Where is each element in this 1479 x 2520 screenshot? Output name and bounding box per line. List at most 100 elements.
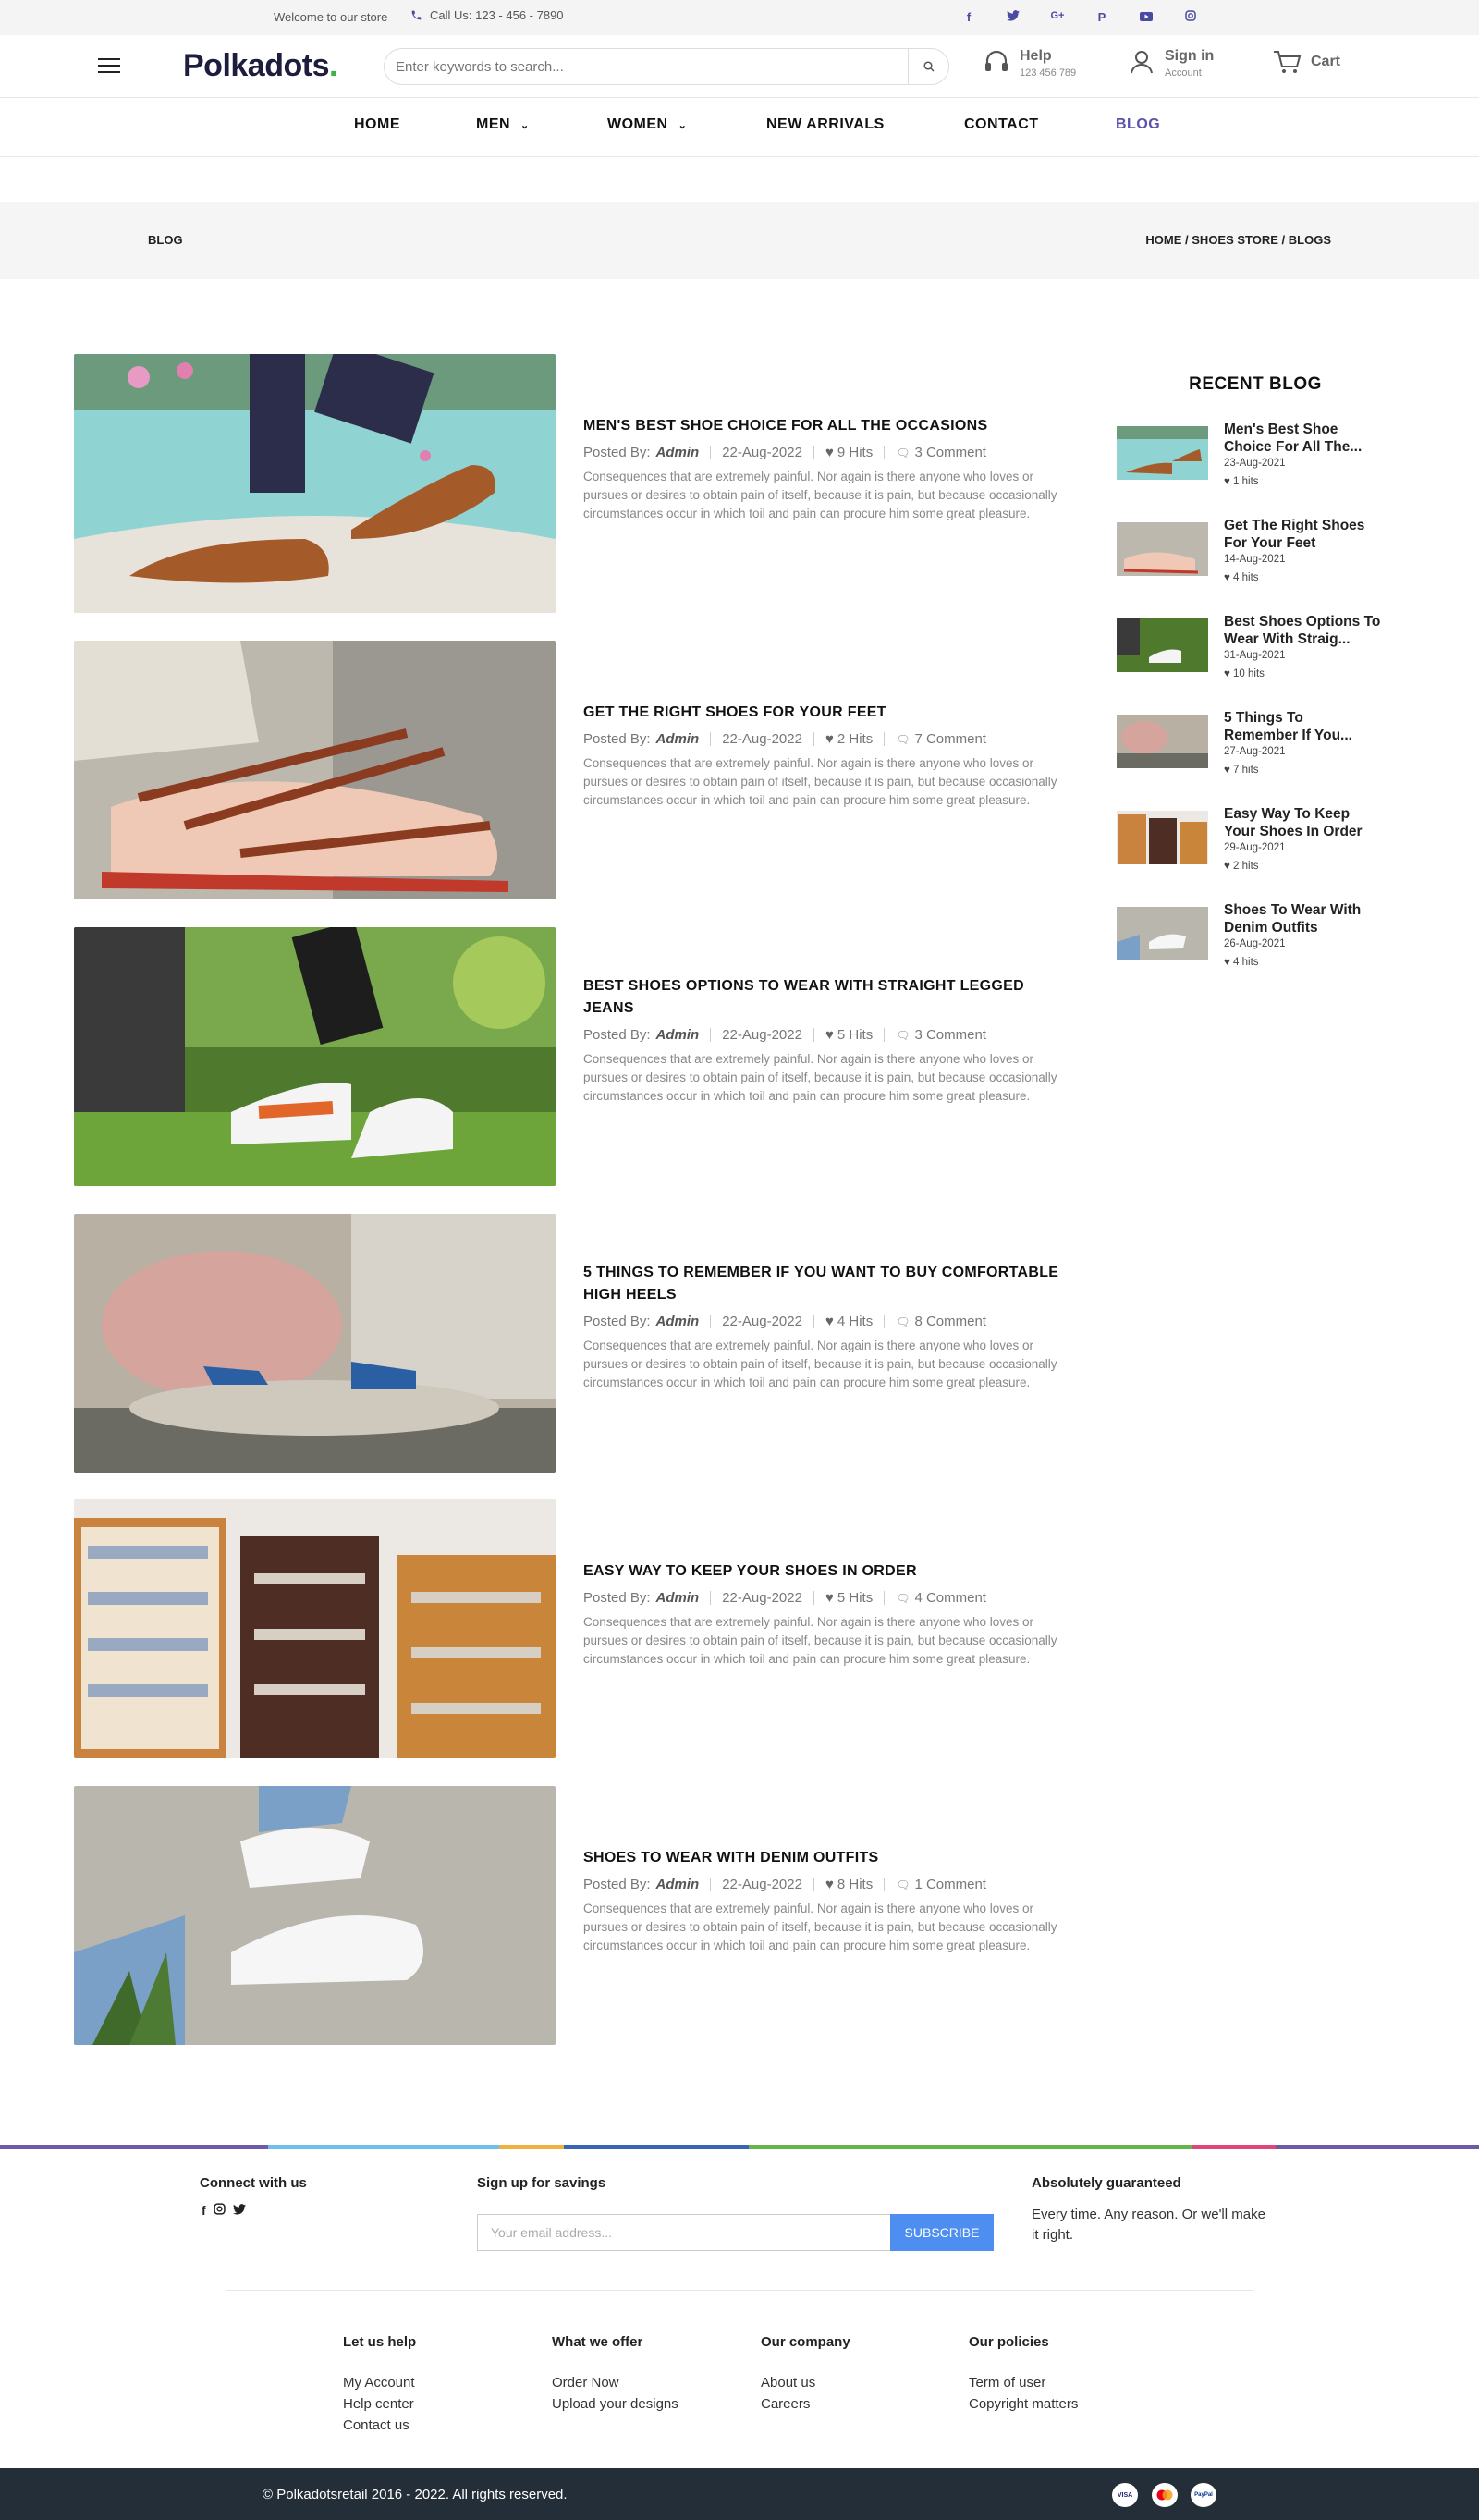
heart-icon: ♥: [1224, 765, 1230, 776]
nav-home[interactable]: HOME: [354, 116, 400, 133]
footer-link[interactable]: Term of user: [969, 2372, 1078, 2393]
nav-blog[interactable]: BLOG: [1116, 116, 1160, 133]
footer-link[interactable]: Upload your designs: [552, 2393, 678, 2415]
footer-link[interactable]: Help center: [343, 2393, 416, 2415]
search-button[interactable]: [908, 49, 948, 84]
post-author[interactable]: Admin: [656, 445, 700, 460]
twitter-icon[interactable]: [991, 10, 1035, 24]
pinterest-icon[interactable]: P: [1080, 10, 1124, 24]
recent-blog-item[interactable]: Easy Way To Keep Your Shoes In Order 29-…: [1117, 805, 1394, 872]
post-image[interactable]: [74, 1214, 556, 1473]
post-comments[interactable]: 8 Comment: [914, 1314, 986, 1329]
post-excerpt: Consequences that are extremely painful.…: [583, 1615, 1057, 1666]
post-date: 22-Aug-2022: [722, 445, 802, 460]
post-title[interactable]: EASY WAY TO KEEP YOUR SHOES IN ORDER: [583, 1560, 1064, 1583]
post-author[interactable]: Admin: [656, 1314, 700, 1329]
post-image[interactable]: [74, 641, 556, 899]
help-block[interactable]: Help 123 456 789: [983, 48, 1076, 79]
recent-title[interactable]: Men's Best Shoe Choice For All The...: [1224, 421, 1381, 456]
instagram-icon[interactable]: [1168, 10, 1213, 24]
post-title[interactable]: SHOES TO WEAR WITH DENIM OUTFITS: [583, 1847, 1064, 1869]
post-title[interactable]: BEST SHOES OPTIONS TO WEAR WITH STRAIGHT…: [583, 975, 1064, 1020]
recent-blog-sidebar: RECENT BLOG Men's Best Shoe Choice For A…: [1117, 374, 1394, 968]
logo[interactable]: Polkadots.: [183, 48, 337, 84]
post-comments[interactable]: 7 Comment: [914, 731, 986, 747]
posted-by-label: Posted By:: [583, 1877, 651, 1892]
recent-title[interactable]: Shoes To Wear With Denim Outfits: [1224, 901, 1381, 936]
recent-title[interactable]: Best Shoes Options To Wear With Straig..…: [1224, 613, 1381, 648]
recent-title[interactable]: Easy Way To Keep Your Shoes In Order: [1224, 805, 1381, 840]
breadcrumb[interactable]: HOME / SHOES STORE / BLOGS: [1145, 233, 1331, 247]
recent-thumb[interactable]: [1117, 522, 1208, 576]
heart-icon: ♥: [825, 1877, 834, 1892]
recent-hits: ♥ 10 hits: [1224, 668, 1265, 679]
nav-men[interactable]: MEN ⌄: [476, 116, 530, 133]
recent-blog-item[interactable]: Men's Best Shoe Choice For All The... 23…: [1117, 421, 1394, 487]
recent-thumb[interactable]: [1117, 618, 1208, 672]
heart-icon: ♥: [1224, 957, 1230, 968]
post-title[interactable]: MEN'S BEST SHOE CHOICE FOR ALL THE OCCAS…: [583, 415, 1064, 437]
recent-thumb[interactable]: [1117, 907, 1208, 960]
recent-blog-item[interactable]: Shoes To Wear With Denim Outfits 26-Aug-…: [1117, 901, 1394, 968]
recent-hits-text: 4 hits: [1233, 572, 1259, 583]
footer-link[interactable]: Copyright matters: [969, 2393, 1078, 2415]
cart-block[interactable]: Cart: [1272, 48, 1340, 76]
youtube-icon[interactable]: [1124, 10, 1168, 24]
post-comments[interactable]: 3 Comment: [914, 445, 986, 460]
facebook-icon[interactable]: f: [202, 2203, 206, 2218]
post-image[interactable]: [74, 1786, 556, 2045]
search-input[interactable]: [396, 58, 908, 75]
help-title: Help: [1020, 48, 1052, 64]
payment-label: VISA: [1117, 2491, 1133, 2499]
post-comments[interactable]: 3 Comment: [914, 1027, 986, 1043]
footer-link[interactable]: Order Now: [552, 2372, 678, 2393]
recent-thumb[interactable]: [1117, 426, 1208, 480]
recent-blog-item[interactable]: 5 Things To Remember If You... 27-Aug-20…: [1117, 709, 1394, 776]
subscribe-button[interactable]: SUBSCRIBE: [890, 2214, 994, 2251]
post-hits: 4 Hits: [837, 1314, 874, 1329]
post-image[interactable]: [74, 354, 556, 613]
sidebar-heading: RECENT BLOG: [1189, 374, 1322, 394]
footer-link[interactable]: Contact us: [343, 2415, 416, 2436]
recent-date: 26-Aug-2021: [1224, 938, 1286, 949]
nav-contact[interactable]: CONTACT: [964, 116, 1039, 133]
menu-icon[interactable]: [98, 58, 120, 73]
recent-thumb[interactable]: [1117, 811, 1208, 864]
recent-thumb[interactable]: [1117, 715, 1208, 768]
post-meta: Posted By: Admin 22-Aug-2022 ♥ 5 Hits 🗨 4 C…: [583, 1590, 1064, 1606]
comment-icon: 🗨: [896, 1591, 911, 1605]
post-author[interactable]: Admin: [656, 1877, 700, 1892]
post-comments[interactable]: 4 Comment: [914, 1590, 986, 1606]
instagram-icon[interactable]: [213, 2203, 226, 2218]
post-title[interactable]: GET THE RIGHT SHOES FOR YOUR FEET: [583, 702, 1064, 724]
signin-block[interactable]: Sign in Account: [1128, 48, 1214, 79]
recent-hits: ♥ 1 hits: [1224, 476, 1259, 487]
recent-title[interactable]: Get The Right Shoes For Your Feet: [1224, 517, 1381, 552]
recent-hits-text: 10 hits: [1233, 668, 1265, 679]
post-meta: Posted By: Admin 22-Aug-2022 ♥ 2 Hits 🗨 7 C…: [583, 731, 1064, 747]
footer-link[interactable]: About us: [761, 2372, 850, 2393]
footer-link[interactable]: Careers: [761, 2393, 850, 2415]
post-comments[interactable]: 1 Comment: [914, 1877, 986, 1892]
footer-link[interactable]: My Account: [343, 2372, 416, 2393]
mastercard-icon: [1152, 2483, 1178, 2507]
email-field[interactable]: Your email address...: [477, 2214, 891, 2251]
post-title[interactable]: 5 THINGS TO REMEMBER IF YOU WANT TO BUY …: [583, 1262, 1064, 1306]
nav-women[interactable]: WOMEN ⌄: [607, 116, 687, 133]
recent-title[interactable]: 5 Things To Remember If You...: [1224, 709, 1381, 744]
social-links: f G+ P: [947, 10, 1213, 24]
post-author[interactable]: Admin: [656, 1027, 700, 1043]
google-plus-icon[interactable]: G+: [1035, 10, 1080, 24]
recent-blog-item[interactable]: Get The Right Shoes For Your Feet 14-Aug…: [1117, 517, 1394, 583]
recent-blog-item[interactable]: Best Shoes Options To Wear With Straig..…: [1117, 613, 1394, 679]
post-image[interactable]: [74, 1499, 556, 1758]
post-author[interactable]: Admin: [656, 1590, 700, 1606]
post-image[interactable]: [74, 927, 556, 1186]
post-date: 22-Aug-2022: [722, 1027, 802, 1043]
facebook-icon[interactable]: f: [947, 10, 991, 24]
twitter-icon[interactable]: [232, 2203, 246, 2218]
signin-sub: Account: [1165, 67, 1202, 79]
nav-new-arrivals[interactable]: NEW ARRIVALS: [766, 116, 885, 133]
post-date: 22-Aug-2022: [722, 1877, 802, 1892]
post-author[interactable]: Admin: [656, 731, 700, 747]
